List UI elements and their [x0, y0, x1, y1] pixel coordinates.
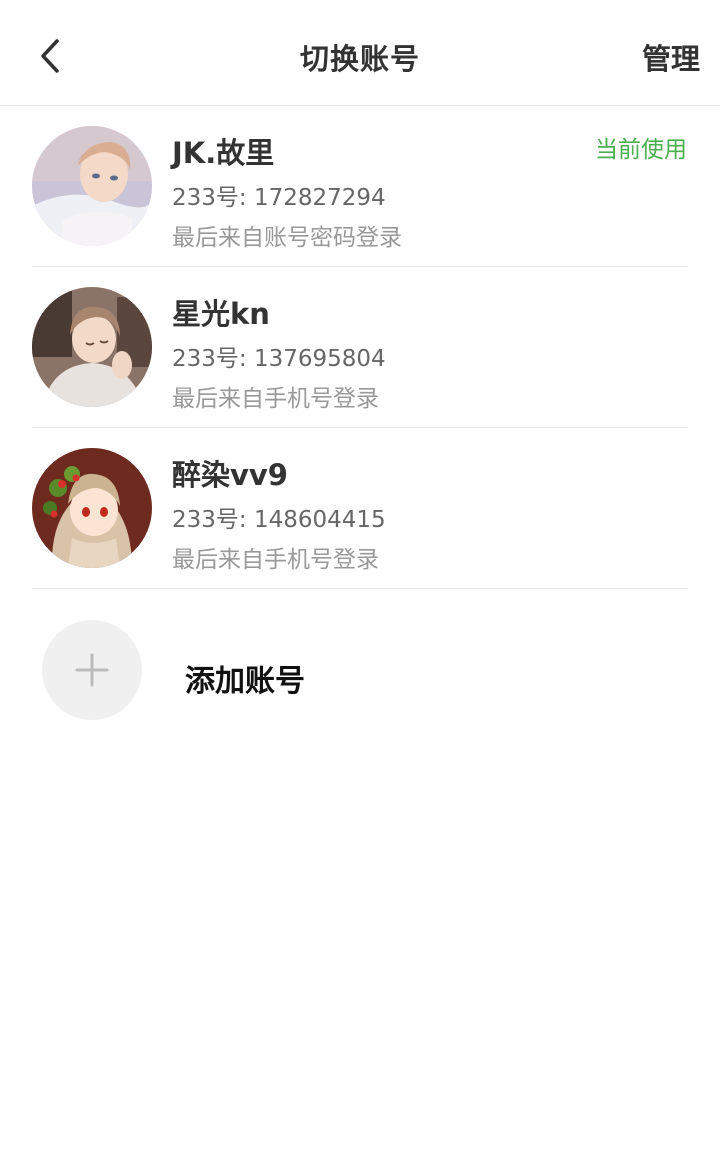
plus-icon [75, 653, 109, 687]
account-item[interactable]: 星光kn 233号: 137695804 最后来自手机号登录 [0, 267, 720, 428]
account-nickname: 醉染vv9 [172, 458, 288, 492]
manage-button[interactable]: 管理 [642, 36, 700, 78]
account-list: JK.故里 233号: 172827294 最后来自账号密码登录 当前使用 星光… [0, 106, 720, 589]
current-account-badge: 当前使用 [595, 137, 687, 163]
avatar [32, 126, 152, 246]
page-title: 切换账号 [299, 42, 420, 76]
avatar [32, 448, 152, 568]
login-source: 最后来自手机号登录 [172, 386, 379, 412]
account-item[interactable]: JK.故里 233号: 172827294 最后来自账号密码登录 当前使用 [0, 106, 720, 267]
account-id: 233号: 137695804 [172, 346, 386, 372]
add-account-label: 添加账号 [185, 664, 305, 699]
login-source: 最后来自账号密码登录 [172, 225, 402, 251]
top-bar: 切换账号 管理 [0, 0, 720, 106]
avatar [32, 287, 152, 407]
login-source: 最后来自手机号登录 [172, 547, 379, 573]
divider [32, 588, 688, 589]
add-account-button[interactable]: 添加账号 [0, 590, 720, 750]
account-id: 233号: 148604415 [172, 507, 386, 533]
account-item[interactable]: 醉染vv9 233号: 148604415 最后来自手机号登录 [0, 428, 720, 589]
account-nickname: 星光kn [172, 297, 270, 331]
account-id: 233号: 172827294 [172, 185, 386, 211]
add-account-circle [42, 620, 142, 720]
account-nickname: JK.故里 [172, 136, 275, 170]
